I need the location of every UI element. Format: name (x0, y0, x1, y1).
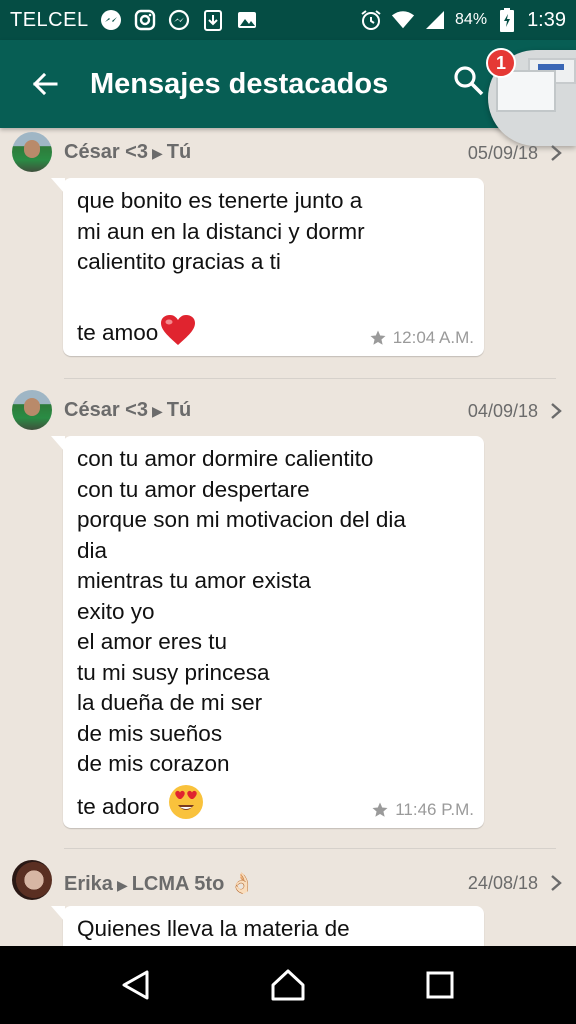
message-time: 12:04 A.M. (392, 328, 474, 347)
star-icon (372, 802, 388, 817)
triangle-back-icon (122, 970, 149, 1000)
message-line: exito yo (77, 598, 155, 624)
recents-button[interactable] (410, 955, 470, 1015)
recipient-name: LCMA 5to 👌🏻 (131, 873, 255, 895)
message-time: 11:46 P.M. (395, 800, 474, 819)
back-button[interactable] (0, 40, 90, 128)
notification-badge: 1 (486, 48, 516, 78)
message-line: mientras tu amor exista (77, 568, 311, 593)
status-bar: TELCEL 84% 1:39 (0, 0, 576, 40)
divider (64, 848, 556, 849)
message-line: con tu amor dormire calientito (77, 446, 374, 471)
message-line: de mis corazon (77, 751, 230, 776)
chevron-right-icon[interactable] (548, 873, 564, 893)
message-line: Quienes lleva la materia de (77, 916, 350, 941)
message-timestamp: 12:04 A.M. (369, 328, 474, 348)
message-sender: César <3 ▶ Tú (64, 141, 191, 164)
arrow-right-icon: ▶ (151, 403, 163, 419)
message-line: el amor eres tu (77, 629, 228, 654)
sender-name: César <3 (64, 141, 148, 163)
download-icon (201, 8, 225, 32)
messenger-icon (99, 8, 123, 32)
battery-percent: 84% (455, 11, 488, 28)
avatar[interactable] (12, 860, 52, 900)
gallery-icon (235, 8, 259, 32)
message-bubble[interactable]: con tu amor dormire calientito con tu am… (51, 436, 484, 829)
alarm-icon (359, 8, 383, 32)
chevron-right-icon[interactable] (548, 143, 564, 163)
signal-icon (423, 8, 447, 32)
battery-icon (495, 8, 519, 32)
message-date: 04/09/18 (467, 401, 538, 421)
message-line: dia (77, 537, 108, 563)
home-button[interactable] (258, 955, 318, 1015)
page-title: Mensajes destacados (90, 67, 389, 100)
message-line: tu mi susy princesa (77, 659, 270, 685)
message-timestamp: 11:46 P.M. (371, 800, 474, 820)
message-line: de mis sueños (77, 720, 223, 746)
starred-messages-list[interactable]: César <3 ▶ Tú 05/09/18 que bonito es tener… (0, 128, 576, 946)
arrow-right-icon: ▶ (116, 877, 128, 893)
message-date: 05/09/18 (467, 143, 538, 163)
message-bubble[interactable]: Quienes lleva la materia de (51, 906, 484, 946)
sender-name: César <3 (64, 399, 148, 421)
message-line: porque son mi motivacion del dia (77, 507, 406, 532)
search-icon (454, 66, 484, 96)
message-line: con tu amor despertare (77, 476, 310, 502)
message-line: que bonito es tenerte junto a (77, 188, 363, 213)
messenger-icon (167, 8, 191, 32)
message-line: calientito gracias a ti (77, 249, 281, 274)
recipient-name: Tú (166, 399, 192, 421)
message-line: mi aun en la distanci y dormr (77, 218, 365, 244)
home-icon (271, 969, 305, 1001)
avatar[interactable] (12, 390, 52, 430)
chevron-right-icon[interactable] (548, 401, 564, 421)
search-button[interactable] (452, 64, 492, 104)
message-bubble[interactable]: que bonito es tenerte junto a mi aun en … (51, 178, 484, 356)
square-recents-icon (426, 971, 454, 999)
message-sender: Erika ▶ LCMA 5to 👌🏻 (64, 871, 255, 896)
back-nav-button[interactable] (106, 955, 166, 1015)
navigation-bar (0, 946, 576, 1024)
message-sender: César <3 ▶ Tú (64, 399, 191, 422)
arrow-left-icon (32, 72, 58, 96)
red-heart-icon (160, 314, 196, 355)
avatar[interactable] (12, 132, 52, 172)
message-date: 24/08/18 (467, 873, 538, 893)
sender-name: Erika (64, 873, 113, 895)
message-line (77, 278, 470, 309)
divider (64, 378, 556, 379)
recipient-name: Tú (166, 141, 192, 163)
carrier-name: TELCEL (10, 8, 89, 31)
instagram-icon (133, 8, 157, 32)
heart-eyes-emoji-icon (168, 784, 204, 829)
star-icon (370, 330, 386, 345)
wifi-icon (391, 8, 415, 32)
message-line: la dueña de mi ser (77, 690, 263, 715)
arrow-right-icon: ▶ (151, 145, 163, 161)
clock: 1:39 (527, 8, 566, 31)
